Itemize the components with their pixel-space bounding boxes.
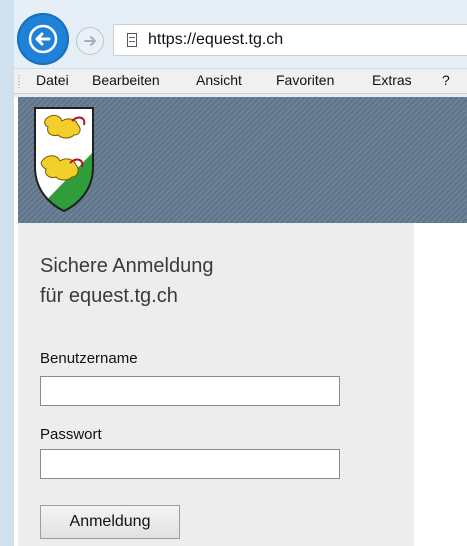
menu-bearbeiten[interactable]: Bearbeiten xyxy=(92,72,160,88)
back-arrow-icon xyxy=(28,24,58,54)
menu-favoriten[interactable]: Favoriten xyxy=(276,72,334,88)
menu-ansicht[interactable]: Ansicht xyxy=(196,72,242,88)
menu-bar: Datei Bearbeiten Ansicht Favoriten Extra… xyxy=(14,68,467,94)
thurgau-crest-icon xyxy=(34,107,94,213)
password-label: Passwort xyxy=(40,426,102,443)
login-panel: Sichere Anmeldung für equest.tg.ch Benut… xyxy=(18,223,414,546)
forward-arrow-icon xyxy=(84,36,96,46)
password-input[interactable] xyxy=(40,449,340,479)
login-title-line2: für equest.tg.ch xyxy=(40,285,178,307)
forward-button[interactable] xyxy=(76,27,104,55)
menu-grip xyxy=(18,74,20,88)
username-label: Benutzername xyxy=(40,350,138,367)
window-edge xyxy=(0,0,14,546)
menu-datei[interactable]: Datei xyxy=(36,72,69,88)
page-icon xyxy=(127,33,137,47)
site-header xyxy=(18,97,467,223)
url-text[interactable]: https://equest.tg.ch xyxy=(148,31,283,49)
address-bar[interactable]: https://equest.tg.ch xyxy=(113,24,467,56)
login-title-line1: Sichere Anmeldung xyxy=(40,255,214,277)
username-input[interactable] xyxy=(40,376,340,406)
menu-extras[interactable]: Extras xyxy=(372,72,412,88)
login-button[interactable]: Anmeldung xyxy=(40,505,180,539)
back-button[interactable] xyxy=(17,13,69,65)
menu-help[interactable]: ? xyxy=(442,72,450,88)
